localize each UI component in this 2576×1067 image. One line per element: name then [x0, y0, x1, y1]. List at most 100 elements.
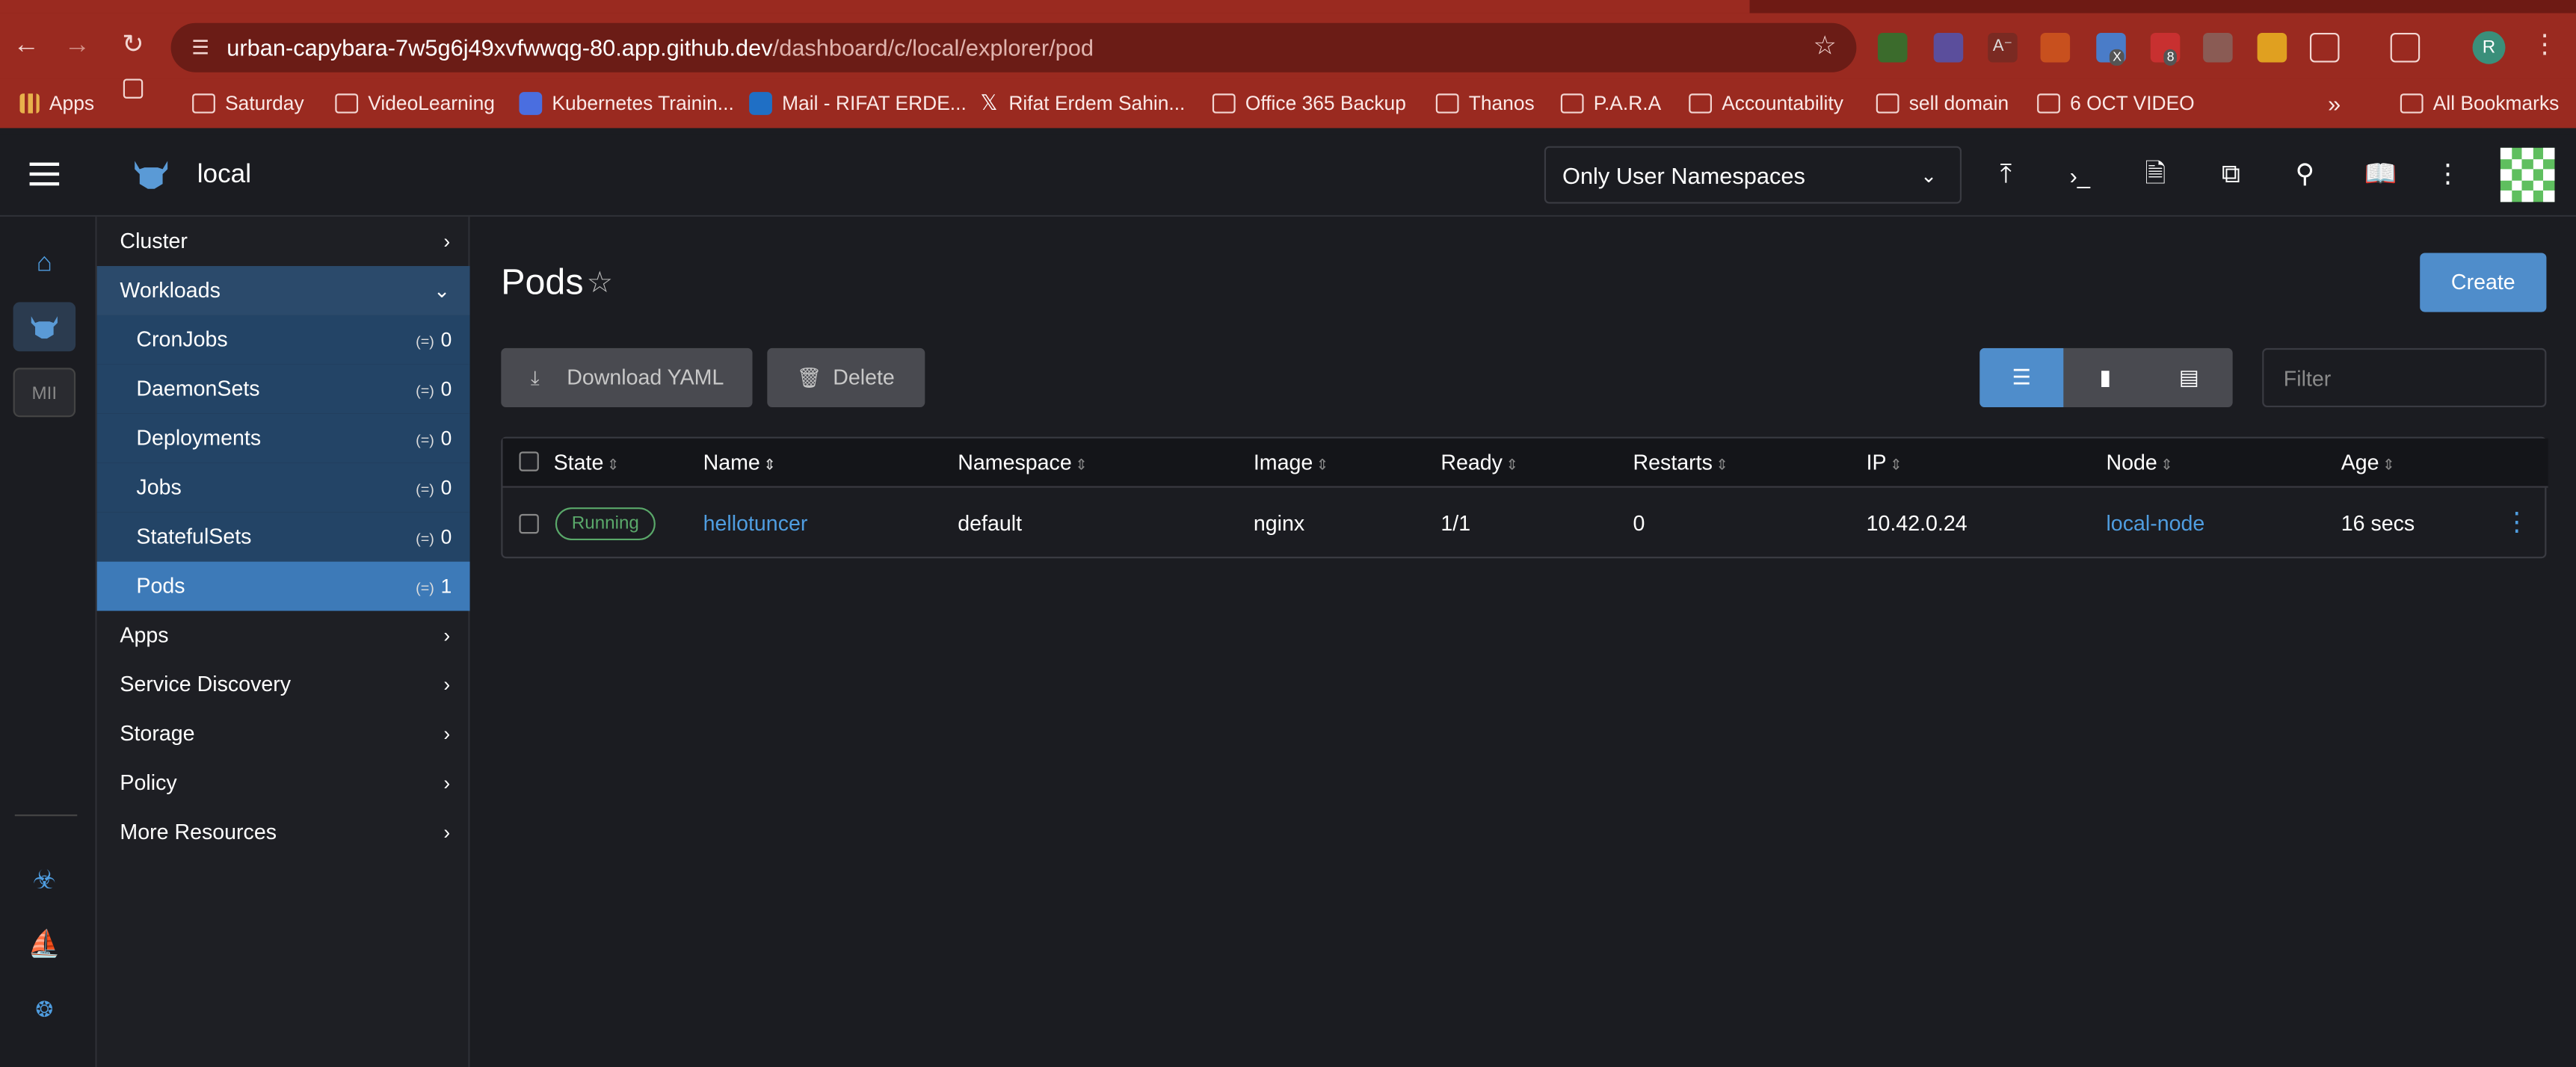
search-icon[interactable]: ⚲ [2288, 159, 2321, 192]
bookmark-mail[interactable]: Mail - RIFAT ERDE... [749, 78, 967, 128]
sidebar-item-jobs[interactable]: Jobs (=) 0 [96, 463, 470, 513]
sort-icon: ⇕ [2160, 456, 2173, 473]
bookmark-kubernetes[interactable]: Kubernetes Trainin... [519, 78, 734, 128]
more-bookmarks-chevron-icon[interactable]: » [2328, 78, 2341, 128]
column-header-age[interactable]: Age ⇕ [2341, 439, 2395, 489]
delete-label: Delete [833, 364, 895, 389]
bookmark-6-oct-video[interactable]: 6 OCT VIDEO [2037, 78, 2195, 128]
column-header-namespace[interactable]: Namespace ⇕ [958, 439, 1087, 489]
bookmark-thanos[interactable]: Thanos [1435, 78, 1535, 128]
nav-group-cluster[interactable]: Cluster › [97, 217, 470, 266]
create-button[interactable]: Create [2420, 253, 2547, 312]
pod-name-link[interactable]: hellotuncer [703, 489, 808, 558]
all-bookmarks[interactable]: All Bookmarks [2400, 78, 2559, 128]
extensions-icon[interactable]: ☣ [13, 857, 76, 906]
site-settings-icon[interactable]: ☰ [188, 34, 214, 61]
folder-icon [1212, 93, 1236, 114]
bookmark-sell-domain[interactable]: sell domain [1876, 78, 2009, 128]
table-row[interactable]: Running hellotuncer default nginx 1/1 0 … [502, 489, 2548, 558]
home-icon[interactable]: ⌂ [13, 240, 76, 289]
bookmark-videolearning[interactable]: VideoLearning [335, 78, 495, 128]
row-actions-kebab-icon[interactable]: ⋮ [2503, 509, 2530, 539]
column-header-restarts[interactable]: Restarts ⇕ [1633, 439, 1728, 489]
bookmark-label: P.A.R.A [1593, 92, 1662, 115]
extension-icon[interactable] [2203, 32, 2233, 63]
delete-button[interactable]: 🗑 Delete [767, 347, 925, 408]
pod-node-link[interactable]: local-node [2106, 489, 2204, 558]
column-header-image[interactable]: Image ⇕ [1254, 439, 1328, 489]
docs-book-icon[interactable]: 📖 [2364, 159, 2397, 192]
favorite-star-icon[interactable]: ☆ [587, 265, 613, 300]
nav-group-storage[interactable]: Storage › [97, 709, 470, 758]
bookmark-apps[interactable]: Apps [19, 78, 94, 128]
hamburger-menu-icon[interactable] [29, 162, 60, 186]
address-bar[interactable]: ☰ urban-capybara-7w5g6j49xvfwwqg-80.app.… [170, 22, 1857, 72]
nav-group-workloads[interactable]: Workloads ⌄ [96, 266, 470, 315]
mii-cluster-button[interactable]: MII [13, 368, 76, 418]
extension-icon[interactable] [2040, 32, 2071, 63]
extension-icon[interactable]: 8 [2150, 32, 2181, 66]
row-checkbox[interactable] [519, 513, 539, 534]
chevron-right-icon: › [443, 771, 451, 795]
extension-icon[interactable] [1877, 32, 1908, 63]
column-header-ready[interactable]: Ready ⇕ [1440, 439, 1518, 489]
bookmark-star-icon[interactable]: ☆ [1814, 33, 1837, 63]
extensions-puzzle-icon[interactable] [2309, 32, 2340, 63]
screenshot-icon[interactable] [2390, 32, 2421, 63]
sort-icon: ⇕ [606, 456, 620, 473]
bookmark-label: 6 OCT VIDEO [2070, 92, 2195, 115]
nav-group-service-discovery[interactable]: Service Discovery › [97, 660, 470, 709]
nav-group-more-resources[interactable]: More Resources › [97, 808, 470, 857]
bookmark-office365[interactable]: Office 365 Backup [1212, 78, 1406, 128]
filter-field[interactable] [2262, 347, 2547, 408]
flat-list-icon[interactable]: ☰ [1979, 347, 2064, 408]
nav-group-apps[interactable]: Apps › [97, 611, 470, 661]
reload-icon[interactable]: ↻ [115, 28, 151, 64]
sidebar-item-pods[interactable]: Pods (=) 1 [96, 561, 470, 611]
column-header-state[interactable]: State ⇕ [554, 439, 620, 489]
extension-icon[interactable]: A⁻ [1988, 32, 2018, 63]
fleet-sailboat-icon[interactable]: ⛵ [13, 921, 76, 971]
browser-menu-icon[interactable]: ⋮ [2527, 28, 2563, 64]
copy-kubeconfig-icon[interactable]: ⧉ [2214, 159, 2247, 192]
nav-group-policy[interactable]: Policy › [97, 758, 470, 808]
upload-yaml-icon[interactable]: ⤒ [1989, 159, 2022, 192]
user-avatar[interactable] [2500, 147, 2555, 202]
active-tab[interactable] [0, 0, 1750, 13]
sidebar-item-deployments[interactable]: Deployments (=) 0 [96, 413, 470, 463]
bookmark-tab-groups[interactable] [123, 78, 153, 99]
more-vertical-icon[interactable]: ⋮ [2432, 159, 2465, 192]
bookmark-label: Thanos [1468, 92, 1535, 115]
sidebar-item-cronjobs[interactable]: CronJobs (=) 0 [96, 315, 470, 365]
sort-icon: ⇕ [1890, 456, 1902, 473]
column-header-ip[interactable]: IP ⇕ [1867, 439, 1902, 489]
profile-avatar[interactable]: R [2472, 31, 2506, 64]
group-by-node-icon[interactable]: ▤ [2147, 348, 2231, 407]
local-cluster-button[interactable] [13, 302, 76, 352]
column-header-node[interactable]: Node ⇕ [2106, 439, 2172, 489]
sidebar-item-daemonsets[interactable]: DaemonSets (=) 0 [96, 364, 470, 414]
group-by-namespace-folder-icon[interactable]: ▮ [2063, 348, 2147, 407]
kubeconfig-download-icon[interactable]: 🗎 [2139, 159, 2172, 192]
extension-icon[interactable]: X [2096, 32, 2126, 66]
bookmark-saturday[interactable]: Saturday [192, 78, 304, 128]
back-arrow-icon[interactable]: ← [8, 28, 44, 64]
sidebar-item-statefulsets[interactable]: StatefulSets (=) 0 [96, 512, 470, 562]
bookmark-accountability[interactable]: Accountability [1689, 78, 1843, 128]
sidebar-item-label: Pods [136, 572, 185, 598]
cluster-logo-icon [135, 161, 168, 189]
filter-input[interactable] [2264, 350, 2545, 406]
extension-icon[interactable] [1933, 32, 1964, 63]
folder-icon [335, 93, 359, 114]
namespace-filter-select[interactable]: Only User Namespaces ⌄ [1544, 146, 1962, 204]
url-text[interactable]: urban-capybara-7w5g6j49xvfwwqg-80.app.gi… [227, 34, 1094, 61]
bookmark-x-profile[interactable]: 𝕏 Rifat Erdem Sahin... [979, 78, 1185, 128]
select-all-checkbox[interactable] [519, 451, 539, 471]
kubectl-shell-icon[interactable]: ›_ [2063, 159, 2096, 192]
global-settings-icon[interactable]: ❂ [13, 986, 76, 1035]
bookmark-para[interactable]: P.A.R.A [1560, 78, 1662, 128]
download-yaml-button[interactable]: ⤓ Download YAML [501, 347, 753, 408]
extension-icon[interactable] [2257, 32, 2287, 63]
column-header-name[interactable]: Name ⇕ [703, 439, 776, 489]
forward-arrow-icon[interactable]: → [59, 28, 95, 64]
